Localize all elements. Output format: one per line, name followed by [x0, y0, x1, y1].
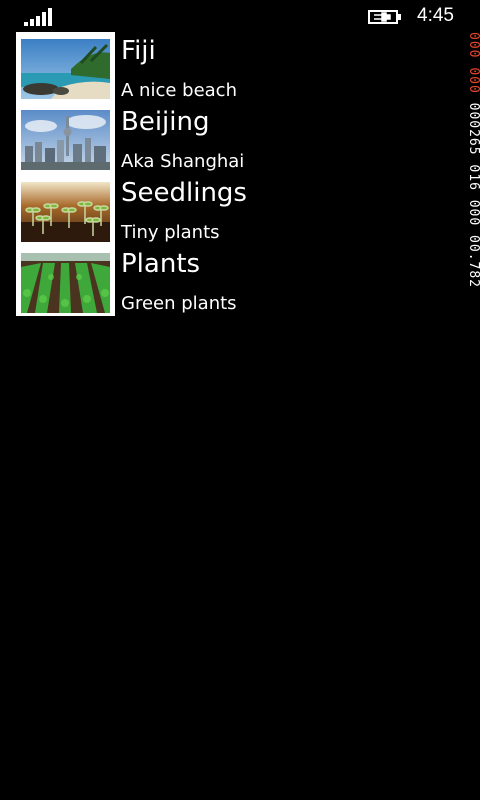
- frame-counter-segment: 000: [466, 67, 480, 94]
- field-rows-photo: [21, 253, 110, 313]
- list-item[interactable]: Fiji A nice beach: [16, 32, 456, 103]
- frame-counter-segment: 000265: [466, 102, 480, 156]
- city-skyline-photo: [21, 110, 110, 170]
- frame-counter-segment: 016: [466, 164, 480, 191]
- list-item[interactable]: Plants Green plants: [16, 245, 456, 316]
- seedlings-photo: [21, 182, 110, 242]
- item-subtitle: A nice beach: [121, 80, 237, 101]
- item-title: Plants: [121, 249, 201, 279]
- item-title: Fiji: [121, 36, 156, 66]
- frame-rate-counter: 000 000 000265 016 000 00.782: [466, 32, 480, 402]
- item-subtitle: Green plants: [121, 293, 237, 314]
- frame-counter-segment: 000: [466, 32, 480, 59]
- signal-strength-icon: [24, 8, 54, 26]
- frame-rate-counter-text: 000 000 000265 016 000 00.782: [466, 32, 480, 288]
- list-item[interactable]: Beijing Aka Shanghai: [16, 103, 456, 174]
- beach-photo: [21, 39, 110, 99]
- photo-list: Fiji A nice beach Beijing Aka Shanghai S…: [16, 32, 456, 316]
- item-subtitle: Aka Shanghai: [121, 151, 245, 172]
- item-title: Seedlings: [121, 178, 247, 208]
- battery-charging-icon: [368, 10, 401, 24]
- item-title: Beijing: [121, 107, 210, 137]
- frame-counter-segment: 00.782: [466, 235, 480, 289]
- status-bar: 4:45: [0, 0, 480, 32]
- list-item[interactable]: Seedlings Tiny plants: [16, 174, 456, 245]
- item-subtitle: Tiny plants: [121, 222, 220, 243]
- frame-counter-segment: 000: [466, 199, 480, 227]
- clock: 4:45: [417, 5, 454, 26]
- app-screen: 4:45 Fiji A nice beach Beijing Aka Shang…: [0, 0, 480, 800]
